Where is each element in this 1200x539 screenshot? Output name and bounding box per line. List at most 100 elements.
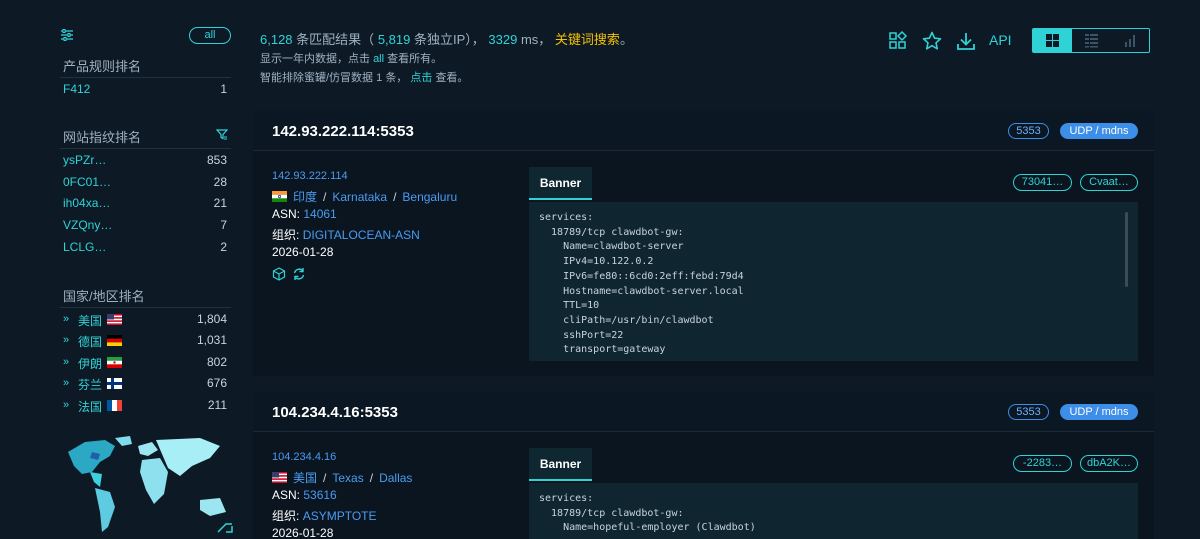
chevron-right-icon[interactable]: » xyxy=(63,399,69,411)
result-title[interactable]: 142.93.222.114:5353 xyxy=(272,123,414,140)
country-count: 802 xyxy=(206,355,227,369)
star-icon[interactable] xyxy=(922,31,942,51)
api-button[interactable]: API xyxy=(989,32,1012,48)
divider xyxy=(60,307,231,308)
ip-count: 5,819 xyxy=(377,32,411,47)
fingerprint-rank-title: 网站指纹排名 xyxy=(63,130,142,145)
ip-link[interactable]: 142.93.222.114 xyxy=(272,170,348,182)
click-link[interactable]: 点击 xyxy=(410,72,432,84)
fingerprint-rank-item[interactable]: VZQny… 7 xyxy=(63,218,227,236)
banner-tab[interactable]: Banner xyxy=(529,167,592,200)
product-rank-count: 1 xyxy=(220,82,227,96)
protocol-badge[interactable]: UDP / mdns xyxy=(1060,404,1138,420)
scrollbar[interactable] xyxy=(1125,212,1128,287)
fingerprint-rank-item[interactable]: ih04xa… 21 xyxy=(63,196,227,214)
chevron-right-icon[interactable]: » xyxy=(63,356,69,368)
asn-row: ASN: 53616 xyxy=(272,488,337,502)
country-rank-item[interactable]: » 美国 1,804 xyxy=(63,312,227,330)
country-name[interactable]: 伊朗 xyxy=(78,355,102,372)
grid-view-button[interactable] xyxy=(1033,29,1072,52)
country-count: 1,031 xyxy=(196,333,227,347)
grid-plus-icon[interactable] xyxy=(888,31,908,51)
port-badge[interactable]: 5353 xyxy=(1008,404,1049,420)
org-label: 组织: xyxy=(272,509,300,523)
keyword-search-link[interactable]: 关键词搜索 xyxy=(555,32,620,47)
port-badge[interactable]: 5353 xyxy=(1008,123,1049,139)
hash-badge[interactable]: dbA2K… xyxy=(1080,455,1138,472)
note-text: 显示一年内数据，点击 xyxy=(260,53,370,65)
banner-content[interactable]: services: 18789/tcp clawdbot-gw: Name=ho… xyxy=(529,483,1138,539)
country-rank-title: 国家/地区排名 xyxy=(63,289,145,304)
result-title[interactable]: 104.234.4.16:5353 xyxy=(272,404,398,421)
fingerprint-rank-item[interactable]: 0FC01… 28 xyxy=(63,175,227,193)
result-card: 104.234.4.16:5353 5353 UDP / mdns 104.23… xyxy=(253,392,1154,539)
country-name[interactable]: 德国 xyxy=(78,333,102,350)
ip-link[interactable]: 104.234.4.16 xyxy=(272,451,336,463)
asn-link[interactable]: 53616 xyxy=(303,488,336,502)
product-rank-item[interactable]: F412 1 xyxy=(63,82,227,100)
fingerprint-rank-item[interactable]: ysPZr… 853 xyxy=(63,153,227,171)
match-text: 条匹配结果（ xyxy=(296,32,375,47)
protocol-badge[interactable]: UDP / mdns xyxy=(1060,123,1138,139)
country-rank-item[interactable]: » 德国 1,031 xyxy=(63,333,227,351)
refresh-icon[interactable] xyxy=(292,267,306,281)
country-rank-item[interactable]: » 芬兰 676 xyxy=(63,376,227,394)
fingerprint-count: 853 xyxy=(206,153,227,167)
org-link[interactable]: ASYMPTOTE xyxy=(303,509,377,523)
country-name[interactable]: 美国 xyxy=(78,312,102,329)
note-text: 查看。 xyxy=(435,72,469,84)
country-link[interactable]: 美国 xyxy=(293,471,317,485)
fr-flag-icon xyxy=(107,400,122,411)
fingerprint-count: 7 xyxy=(220,218,227,232)
fingerprint-rank-item[interactable]: LCLG… 2 xyxy=(63,240,227,258)
ms-text: ms， xyxy=(520,32,552,47)
hash-badge[interactable]: Cvaat… xyxy=(1080,174,1138,191)
cube-icon[interactable] xyxy=(272,267,286,281)
org-label: 组织: xyxy=(272,228,300,242)
list-view-button[interactable] xyxy=(1072,29,1111,52)
country-link[interactable]: 印度 xyxy=(293,190,317,204)
region-link[interactable]: Karnataka xyxy=(332,190,387,204)
fingerprint-count: 28 xyxy=(213,175,227,189)
fingerprint-name[interactable]: ih04xa… xyxy=(63,196,110,210)
chevron-right-icon[interactable]: » xyxy=(63,377,69,389)
fingerprint-name[interactable]: 0FC01… xyxy=(63,175,111,189)
hash-badge[interactable]: -2283… xyxy=(1013,455,1072,472)
city-link[interactable]: Dallas xyxy=(379,471,412,485)
product-rank-name[interactable]: F412 xyxy=(63,82,90,96)
asn-label: ASN: xyxy=(272,488,301,502)
world-map[interactable] xyxy=(60,432,240,539)
country-rank-item[interactable]: » 伊朗 802 xyxy=(63,355,227,373)
sliders-icon[interactable] xyxy=(60,28,74,42)
funnel-icon[interactable] xyxy=(216,128,228,140)
chevron-right-icon[interactable]: » xyxy=(63,334,69,346)
all-button[interactable]: all xyxy=(189,27,231,44)
banner-tab[interactable]: Banner xyxy=(529,448,592,481)
country-count: 211 xyxy=(207,398,227,412)
all-link[interactable]: all xyxy=(373,53,384,65)
fingerprint-name[interactable]: VZQny… xyxy=(63,218,112,232)
country-rank-item[interactable]: » 法国 211 xyxy=(63,398,227,416)
banner-content[interactable]: services: 18789/tcp clawdbot-gw: Name=cl… xyxy=(529,202,1138,361)
hash-badge[interactable]: 73041… xyxy=(1013,174,1072,191)
list-view-icon xyxy=(1085,34,1098,48)
product-rank-title: 产品规则排名 xyxy=(63,59,142,74)
city-link[interactable]: Bengaluru xyxy=(402,190,457,204)
download-icon[interactable] xyxy=(956,31,976,51)
chart-view-button[interactable] xyxy=(1111,29,1150,52)
in-flag-icon xyxy=(272,191,287,202)
country-name[interactable]: 法国 xyxy=(78,398,102,415)
ir-flag-icon xyxy=(107,357,122,368)
geo-location: 美国 / Texas / Dallas xyxy=(272,469,412,486)
fingerprint-count: 2 xyxy=(220,240,227,254)
region-link[interactable]: Texas xyxy=(332,471,363,485)
org-link[interactable]: DIGITALOCEAN-ASN xyxy=(303,228,420,242)
fingerprint-name[interactable]: LCLG… xyxy=(63,240,106,254)
org-row: 组织: ASYMPTOTE xyxy=(272,507,376,524)
country-count: 676 xyxy=(206,376,227,390)
chevron-right-icon[interactable]: » xyxy=(63,313,69,325)
asn-link[interactable]: 14061 xyxy=(303,207,336,221)
fingerprint-name[interactable]: ysPZr… xyxy=(63,153,106,167)
ip-text: 条独立IP）， xyxy=(413,32,485,47)
country-name[interactable]: 芬兰 xyxy=(78,376,102,393)
